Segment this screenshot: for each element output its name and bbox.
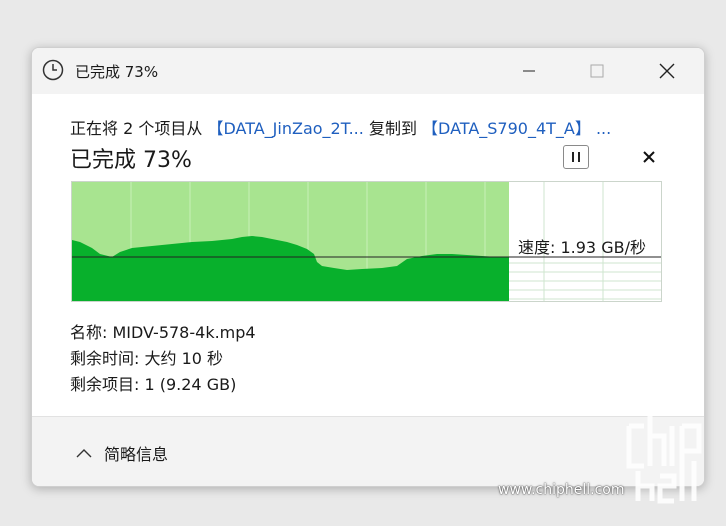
window-title: 已完成 73% <box>75 63 159 81</box>
clock-icon <box>42 59 64 81</box>
close-window-button[interactable] <box>644 48 690 94</box>
fewer-details-toggle[interactable]: 简略信息 <box>76 441 168 465</box>
transfer-details: 名称: MIDV-578-4k.mp4 剩余时间: 大约 10 秒 剩余项目: … <box>70 320 256 398</box>
cancel-button[interactable] <box>638 146 660 168</box>
minimize-button[interactable] <box>506 48 552 94</box>
chiphell-logo <box>624 406 714 510</box>
source-link[interactable]: 【DATA_JinZao_2T... <box>207 119 363 138</box>
minimize-icon <box>523 70 535 72</box>
title-bar: 已完成 73% <box>32 48 704 94</box>
pause-button[interactable] <box>563 145 589 169</box>
copy-middle: 复制到 <box>363 119 423 138</box>
maximize-button[interactable] <box>574 48 620 94</box>
copy-description: 正在将 2 个项目从 【DATA_JinZao_2T... 复制到 【DATA_… <box>70 115 611 139</box>
file-name: 名称: MIDV-578-4k.mp4 <box>70 323 256 342</box>
transfer-speed-graph: 速度: 1.93 GB/秒 <box>71 181 662 302</box>
time-remaining: 剩余时间: 大约 10 秒 <box>70 349 224 368</box>
copy-prefix: 正在将 2 个项目从 <box>70 119 208 138</box>
speed-label: 速度: 1.93 GB/秒 <box>518 238 646 257</box>
destination-link[interactable]: 【DATA_S790_4T_A】 ... <box>422 119 611 138</box>
copy-progress-dialog: 已完成 73% 正在将 2 个项目从 【DATA_JinZao_2T... 复制… <box>31 47 705 487</box>
dialog-footer: 简略信息 <box>32 416 704 486</box>
items-remaining: 剩余项目: 1 (9.24 GB) <box>70 375 237 394</box>
watermark-text: www.chiphell.com <box>498 482 625 498</box>
chevron-up-icon <box>76 449 92 458</box>
fewer-details-label: 简略信息 <box>104 445 169 464</box>
close-icon <box>659 63 675 79</box>
progress-status: 已完成 73% <box>70 148 192 173</box>
maximize-icon <box>590 64 604 78</box>
close-icon <box>643 151 655 163</box>
pause-icon <box>572 152 580 162</box>
